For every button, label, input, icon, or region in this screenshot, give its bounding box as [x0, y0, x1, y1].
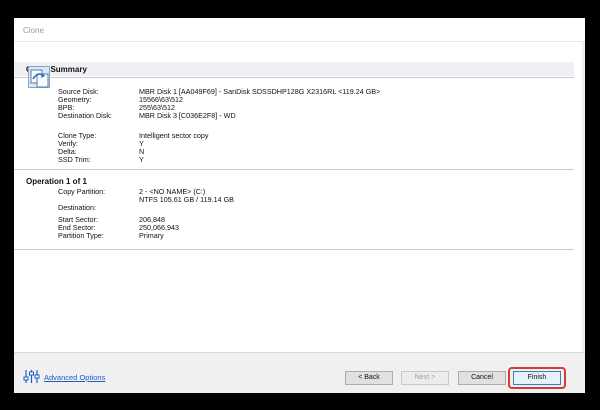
vertical-scrollbar[interactable] [582, 42, 585, 352]
partition-size-value: NTFS 105.61 GB / 119.14 GB [139, 195, 234, 204]
sliders-icon[interactable] [23, 369, 40, 384]
ssd-trim-value: Y [139, 155, 144, 164]
divider [14, 249, 574, 250]
partition-type-value: Primary [139, 231, 164, 240]
footer-bar: Advanced Options < Back Next > Cancel Fi… [14, 352, 585, 393]
clone-type-value: Intelligent sector copy [139, 131, 209, 140]
destination-label: Destination: [58, 203, 96, 212]
finish-highlight-outline [508, 367, 566, 389]
summary-content: Clone Summary Source Disk: MBR Disk 1 [A… [14, 42, 585, 352]
cancel-button[interactable]: Cancel [458, 371, 506, 385]
copy-partition-label: Copy Partition: [58, 187, 106, 196]
advanced-options-link[interactable]: Advanced Options [44, 373, 105, 382]
ssd-trim-label: SSD Trim: [58, 155, 91, 164]
destination-disk-value: MBR Disk 3 [C036E2F8] - WD [139, 111, 236, 120]
next-button[interactable]: Next > [401, 371, 449, 385]
divider [14, 77, 574, 78]
back-button[interactable]: < Back [345, 371, 393, 385]
operation-title: Operation 1 of 1 [26, 177, 87, 186]
partition-type-label: Partition Type: [58, 231, 104, 240]
destination-disk-label: Destination Disk: [58, 111, 112, 120]
clone-dialog: Clone Clone Summary Source Disk: MBR Dis… [14, 18, 585, 393]
clone-summary-header: Clone Summary [14, 62, 574, 76]
divider [14, 169, 574, 170]
clone-disk-icon [28, 66, 50, 88]
title-bar: Clone [14, 18, 585, 42]
window-title: Clone [23, 26, 44, 35]
operation-header: Operation 1 of 1 [14, 174, 574, 188]
